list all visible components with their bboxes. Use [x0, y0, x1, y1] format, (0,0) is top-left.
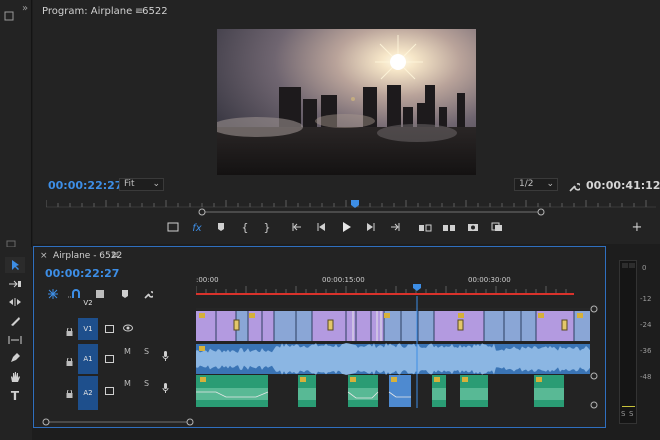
audio-track-a1 — [196, 343, 590, 375]
duration-timecode: 00:00:41:12 — [586, 179, 660, 192]
microphone-icon[interactable] — [162, 346, 169, 365]
ripple-edit-tool-icon[interactable] — [5, 294, 25, 310]
meter-scale-label: -36 — [640, 347, 652, 355]
video-frame[interactable] — [217, 29, 476, 175]
track-height-handle[interactable] — [590, 394, 598, 413]
toggle-sync-icon[interactable] — [105, 318, 114, 337]
selection-tool-icon[interactable] — [5, 257, 25, 273]
track-a1-label[interactable]: A1 — [78, 344, 98, 374]
toggle-sync-icon[interactable] — [105, 380, 114, 399]
slip-tool-icon[interactable] — [5, 332, 25, 348]
program-timecode[interactable]: 00:00:22:27 — [48, 179, 122, 192]
tools-panel: T — [0, 247, 32, 440]
fx-icon[interactable]: fx — [189, 222, 205, 236]
timeline-ruler[interactable]: :00:00 00:00:15:00 00:00:30:00 — [196, 275, 590, 295]
meter-level — [622, 406, 635, 407]
timeline-timecode[interactable]: 00:00:22:27 — [45, 267, 119, 280]
reel-icon[interactable] — [4, 6, 14, 25]
solo-left-button[interactable]: S — [621, 410, 625, 418]
meter-scale-label: -24 — [640, 321, 652, 329]
clip-indicator-right[interactable] — [629, 263, 635, 268]
hand-tool-icon[interactable] — [5, 369, 25, 385]
mark-out-icon[interactable]: } — [259, 221, 275, 235]
close-icon[interactable]: × — [40, 251, 48, 261]
monitor-title[interactable]: Program: Airplane - 6522 — [42, 6, 168, 17]
safe-margins-icon[interactable] — [165, 222, 181, 232]
microphone-icon[interactable] — [162, 378, 169, 397]
resolution-dropdown-label: 1/2 — [519, 179, 534, 189]
meter-scale-label: 0 — [642, 264, 647, 272]
play-button[interactable] — [338, 222, 354, 232]
meter-bars — [619, 260, 637, 424]
chevron-down-icon: ⌄ — [152, 179, 160, 189]
step-back-icon[interactable] — [313, 222, 329, 232]
sync-lock-icon[interactable]: ⠒ — [67, 294, 72, 302]
track-height-handle[interactable] — [590, 298, 598, 317]
toggle-sync-icon[interactable] — [105, 348, 114, 367]
lift-icon[interactable] — [417, 222, 433, 232]
monitor-time-ruler[interactable] — [45, 198, 656, 218]
timeline-zoom-scrollbar[interactable] — [42, 411, 194, 426]
fit-dropdown[interactable]: Fit ⌄ — [119, 178, 164, 191]
panel-menu-icon[interactable]: ≡ — [135, 6, 143, 17]
extract-icon[interactable] — [441, 222, 457, 232]
track-area[interactable] — [196, 296, 590, 408]
wrench-icon[interactable] — [568, 178, 582, 197]
resolution-dropdown[interactable]: 1/2 ⌄ — [514, 178, 558, 191]
lock-icon[interactable] — [66, 321, 73, 340]
marker-icon[interactable] — [121, 284, 129, 303]
meter-scale-label: -48 — [640, 373, 652, 381]
ruler-label: :00:00 — [196, 276, 219, 284]
go-to-out-icon[interactable] — [387, 222, 403, 232]
timeline-settings-icon[interactable] — [143, 284, 155, 303]
eye-icon[interactable] — [123, 317, 133, 336]
track-v2-label[interactable]: V2 — [78, 296, 98, 309]
camera-icon[interactable] — [465, 222, 481, 232]
meter-scale-label: -12 — [640, 295, 652, 303]
lock-icon[interactable] — [66, 351, 73, 370]
video-track-v1 — [196, 311, 590, 341]
audio-track-a2 — [196, 375, 564, 407]
mute-button[interactable]: M — [124, 347, 131, 356]
fit-dropdown-label: Fit — [124, 179, 135, 189]
type-tool-icon[interactable]: T — [5, 388, 25, 404]
ruler-label: 00:00:15:00 — [322, 276, 365, 284]
program-monitor: Program: Airplane - 6522 ≡ 00:00:22:27 F… — [33, 0, 660, 244]
timeline-panel: × Airplane - 6522 ≡ 00:00:22:27 :00:00 0… — [33, 246, 606, 428]
pen-tool-icon[interactable] — [5, 350, 25, 366]
chevron-down-icon: ⌄ — [546, 179, 554, 189]
step-forward-icon[interactable] — [363, 222, 379, 232]
go-to-in-icon[interactable] — [289, 222, 305, 232]
track-select-tool-icon[interactable] — [5, 276, 25, 292]
solo-button[interactable]: S — [144, 379, 149, 388]
razor-tool-icon[interactable] — [5, 313, 25, 329]
lock-icon[interactable] — [66, 383, 73, 402]
mute-button[interactable]: M — [124, 379, 131, 388]
panel-menu-glyph[interactable]: » — [22, 3, 28, 14]
add-marker-icon[interactable] — [213, 222, 229, 232]
solo-button[interactable]: S — [144, 347, 149, 356]
comparison-view-icon[interactable] — [489, 222, 505, 232]
track-height-handle[interactable] — [590, 365, 598, 384]
panel-menu-icon[interactable]: ≡ — [111, 250, 119, 261]
add-button-icon[interactable]: + — [629, 221, 645, 235]
track-a2-label[interactable]: A2 — [78, 376, 98, 410]
audio-meters-panel: 0 -12 -24 -36 -48 S S — [607, 246, 660, 428]
clip-indicator-left[interactable] — [622, 263, 628, 268]
snap-icon[interactable] — [48, 284, 58, 303]
ruler-label: 00:00:30:00 — [468, 276, 511, 284]
mark-in-icon[interactable]: { — [237, 221, 253, 235]
track-v1-label[interactable]: V1 — [78, 318, 98, 340]
solo-right-button[interactable]: S — [629, 410, 633, 418]
